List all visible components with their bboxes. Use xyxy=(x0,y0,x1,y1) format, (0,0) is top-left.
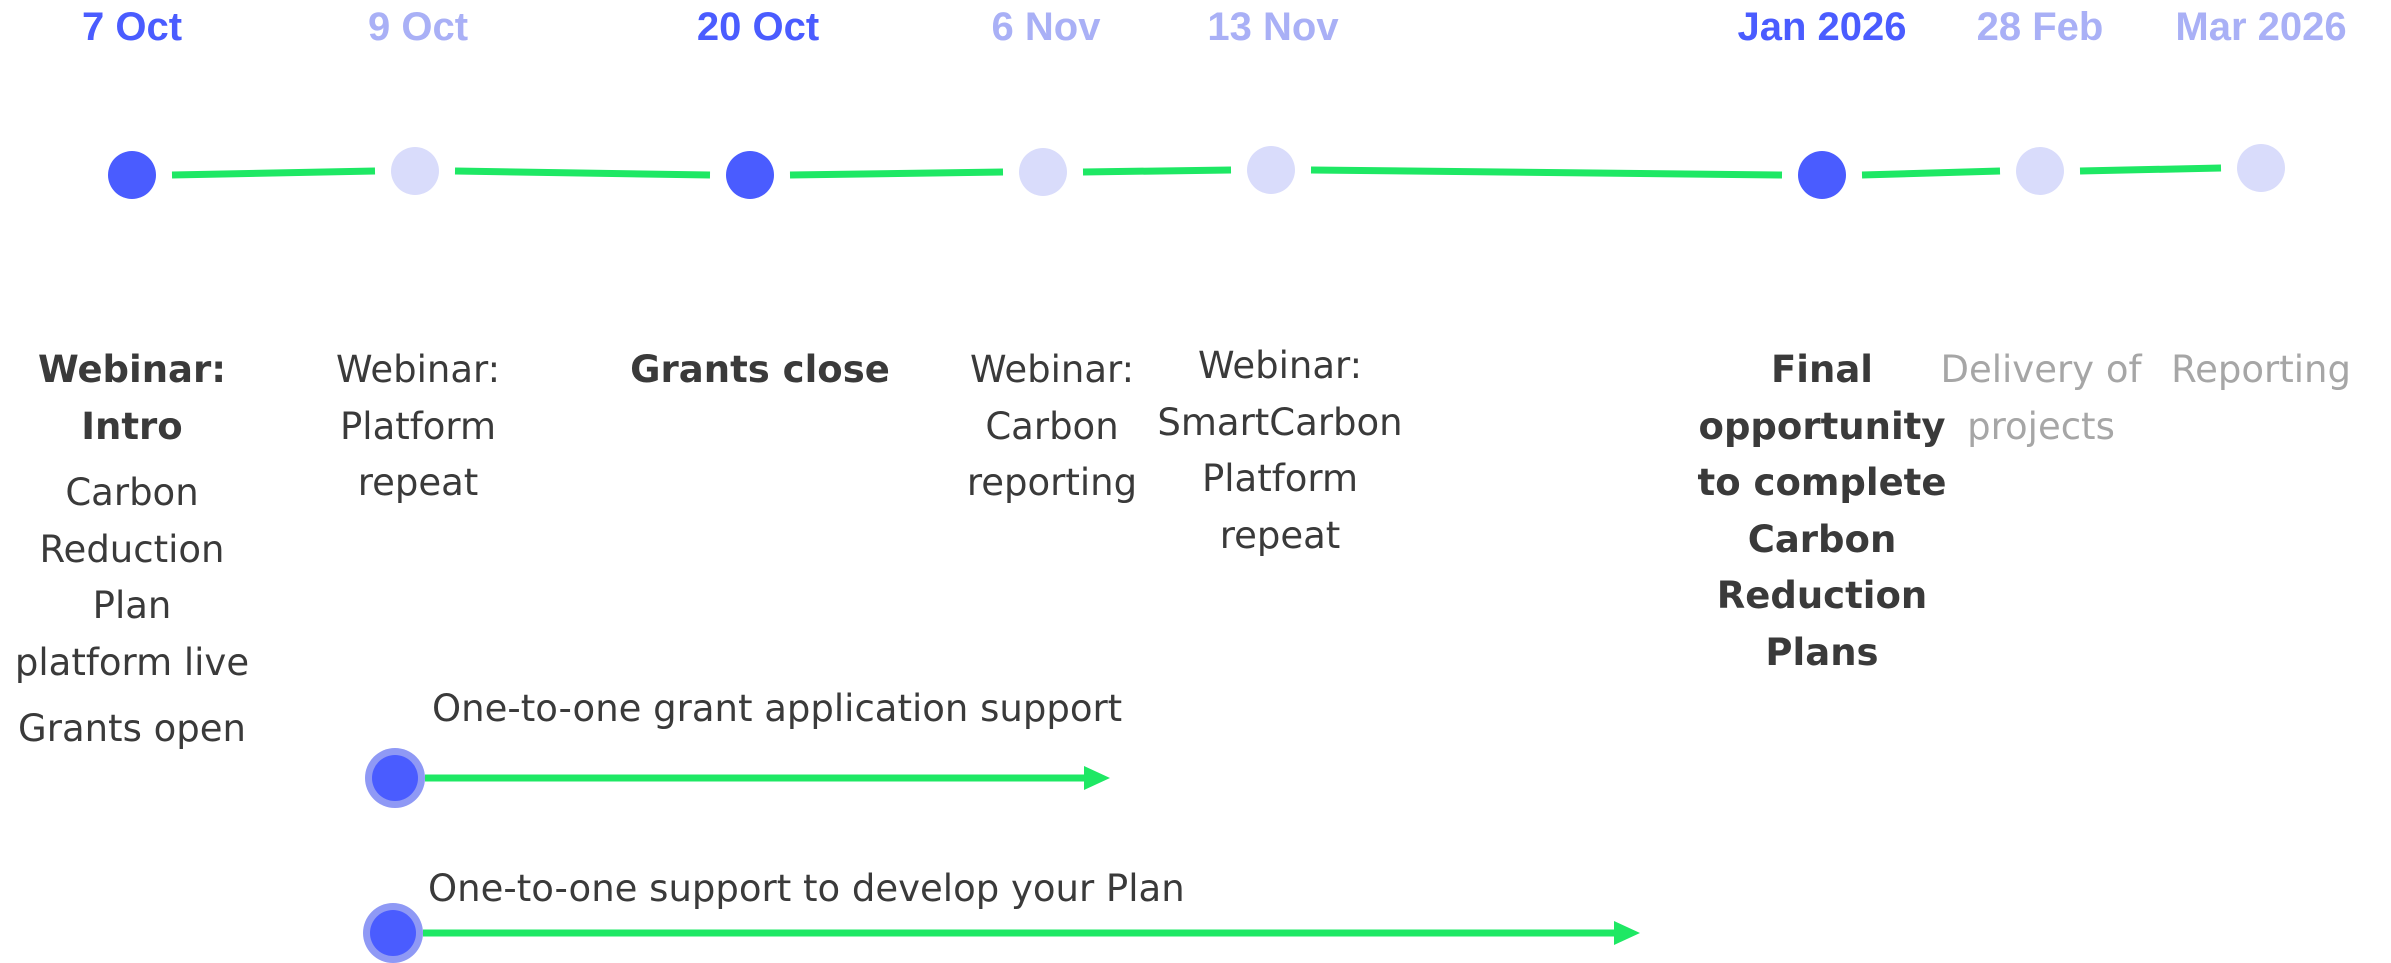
milestone-dot xyxy=(726,151,774,199)
milestone-label-line: Reduction xyxy=(39,527,225,571)
milestone-label-line: Webinar: xyxy=(335,348,501,391)
timeline-connector xyxy=(789,168,1004,179)
milestone-dot xyxy=(1798,151,1846,199)
milestone-label-line: repeat xyxy=(1219,513,1341,557)
milestone-label-line: repeat xyxy=(357,461,479,504)
milestone-label-line: platform live xyxy=(14,640,250,684)
milestone-date: 28 Feb xyxy=(1976,5,2104,49)
arrowhead-icon xyxy=(1614,921,1640,945)
timeline-connector xyxy=(1310,166,1783,179)
milestone-date: 13 Nov xyxy=(1207,5,1339,49)
milestone-label: Webinar: Intro Carbon Reduction Plan platform… xyxy=(15,342,249,758)
milestone-label-line: Grants open xyxy=(18,707,246,750)
timeline-connector xyxy=(1861,167,2001,179)
milestone-dot xyxy=(2237,144,2285,192)
milestone-label: Final opportunity to complete Carbon Reducti… xyxy=(1698,342,1947,681)
milestone-label-line: Platform xyxy=(1201,457,1359,500)
support-start-dot xyxy=(370,910,416,956)
milestone-label: Delivery of projects xyxy=(1940,342,2141,455)
milestone-dot xyxy=(391,147,439,195)
milestone-label-line: Webinar: xyxy=(1197,344,1363,387)
milestone-date: 6 Nov xyxy=(991,5,1101,49)
milestone-label: Webinar: SmartCarbon Platform repeat xyxy=(1157,338,1402,564)
milestone-label-line: Final xyxy=(1771,348,1873,391)
timeline: 7 Oct Webinar: Intro Carbon Reduction Plan pla… xyxy=(0,0,2391,963)
milestone-dot xyxy=(1019,148,1067,196)
milestone-label-line: Plans xyxy=(1765,630,1879,674)
milestone-label-line: Grants close xyxy=(630,348,890,391)
milestone-label-line: projects xyxy=(1967,404,2115,448)
timeline-connector xyxy=(2079,164,2222,175)
milestone-date: 7 Oct xyxy=(81,5,183,49)
milestone-date: 9 Oct xyxy=(367,5,469,49)
milestone-label-line: to complete xyxy=(1697,461,1947,504)
milestone-label-line: Carbon xyxy=(65,471,199,514)
milestone-date: Mar 2026 xyxy=(2175,5,2347,49)
milestone-label-line: Delivery of xyxy=(1940,348,2142,391)
milestone-label-line: Reduction xyxy=(1716,574,1928,617)
milestone-label: Reporting xyxy=(2171,342,2351,399)
milestone-label: Grants close xyxy=(630,342,890,399)
milestone-label-line: Carbon xyxy=(985,404,1119,448)
milestone-label-line: Carbon xyxy=(1747,517,1897,561)
milestone-label-line: Webinar: xyxy=(37,348,227,391)
support-track-label: One-to-one support to develop your Plan xyxy=(428,867,1185,910)
timeline-connector xyxy=(454,167,711,179)
milestone-dot xyxy=(108,151,156,199)
milestone-label-line: Reporting xyxy=(2171,348,2351,391)
milestone-dot xyxy=(2016,147,2064,195)
milestone-label: Webinar: Platform repeat xyxy=(336,342,500,512)
milestone-date: 20 Oct xyxy=(696,5,820,49)
milestone-label-line: Platform xyxy=(339,404,497,448)
milestone-dot xyxy=(1247,146,1295,194)
milestone-date: Jan 2026 xyxy=(1737,5,1907,49)
milestone-label-line: SmartCarbon xyxy=(1157,400,1403,444)
support-track-label: One-to-one grant application support xyxy=(432,687,1123,730)
milestone-label-line: Webinar: xyxy=(969,348,1135,391)
milestone-label-line: Plan xyxy=(92,584,172,627)
support-start-dot xyxy=(372,755,418,801)
timeline-connector xyxy=(1082,166,1232,176)
milestone-label: Webinar: Carbon reporting xyxy=(967,342,1137,512)
timeline-connector xyxy=(171,167,376,179)
milestone-label-line: opportunity xyxy=(1698,404,1946,448)
milestone-label-line: reporting xyxy=(966,461,1138,504)
arrowhead-icon xyxy=(1084,766,1110,790)
milestone-label-line: Intro xyxy=(81,404,183,448)
